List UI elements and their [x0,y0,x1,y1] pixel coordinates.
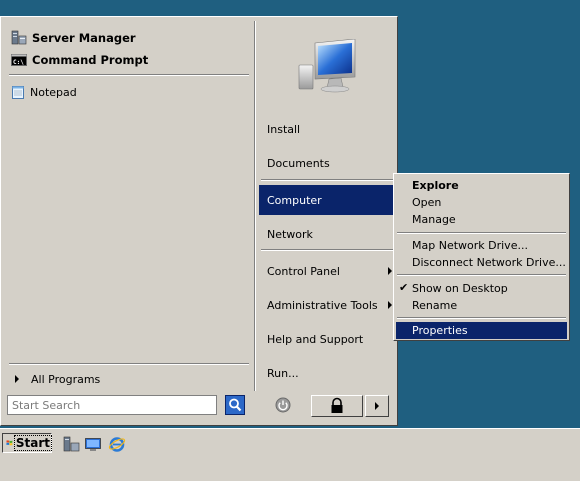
all-programs-button[interactable]: All Programs [11,371,100,387]
start-item-run[interactable]: Run... [259,358,396,388]
context-item-label: Open [412,196,442,209]
start-menu-right-pane: Install Documents Computer Network Contr… [259,21,396,391]
context-item-show-on-desktop[interactable]: ✔ Show on Desktop [396,280,567,297]
recent-item-label: Notepad [30,85,77,99]
context-item-disconnect-network-drive[interactable]: Disconnect Network Drive... [396,254,567,271]
lock-icon [331,397,343,413]
start-item-label: Run... [267,366,299,380]
context-item-label: Map Network Drive... [412,239,528,252]
context-item-properties[interactable]: Properties [396,322,567,339]
start-item-label: Documents [267,156,330,170]
start-item-label: Network [267,227,313,241]
checkmark-icon: ✔ [399,281,409,294]
start-button[interactable]: Start [2,433,53,453]
pinned-separator [9,74,249,76]
lock-button[interactable] [311,395,363,417]
search-icon [229,398,242,412]
pinned-item-label: Server Manager [32,31,136,45]
start-menu-left-pane: Server Manager C:\ Command Prompt Notepa… [5,21,253,391]
all-programs-separator [9,363,249,365]
start-item-install[interactable]: Install [259,114,396,144]
recent-item-notepad[interactable]: Notepad [11,84,77,100]
computer-context-menu: Explore Open Manage Map Network Drive...… [393,173,570,341]
start-item-help-and-support[interactable]: Help and Support [259,324,396,354]
start-item-control-panel[interactable]: Control Panel [259,256,396,286]
server-manager-icon [11,30,27,46]
context-item-label: Show on Desktop [412,282,508,295]
right-pane-separator [261,179,393,181]
context-item-label: Explore [412,179,459,192]
context-item-open[interactable]: Open [396,194,567,211]
submenu-arrow-icon [388,301,392,309]
shutdown-options-button[interactable] [365,395,389,417]
power-button[interactable] [275,397,291,413]
context-separator [397,274,566,276]
start-item-administrative-tools[interactable]: Administrative Tools [259,290,396,320]
right-pane-separator [261,249,393,251]
submenu-arrow-icon [388,267,392,275]
svg-text:C:\: C:\ [13,59,24,66]
context-item-map-network-drive[interactable]: Map Network Drive... [396,237,567,254]
start-item-label: Install [267,122,301,136]
notepad-icon [11,85,25,99]
show-desktop-icon[interactable] [84,435,102,453]
context-separator [397,317,566,319]
start-button-label: Start [13,435,53,451]
start-menu-bottom-bar [5,395,395,421]
pinned-item-command-prompt[interactable]: C:\ Command Prompt [11,51,148,69]
power-icon [275,397,291,413]
start-item-label: Administrative Tools [267,298,378,312]
taskbar: Start [0,428,580,481]
context-item-label: Rename [412,299,458,312]
start-menu: Server Manager C:\ Command Prompt Notepa… [0,16,398,426]
computer-picture-icon [298,39,356,93]
context-separator [397,232,566,234]
server-manager-icon[interactable] [62,435,80,453]
context-item-explore[interactable]: Explore [396,177,567,194]
start-item-label: Help and Support [267,332,364,346]
context-item-rename[interactable]: Rename [396,297,567,314]
context-item-manage[interactable]: Manage [396,211,567,228]
start-item-label: Computer [267,193,322,207]
start-search-input[interactable] [7,395,217,415]
start-item-computer[interactable]: Computer [259,185,396,215]
start-item-network[interactable]: Network [259,219,396,249]
internet-explorer-icon[interactable] [108,435,126,453]
start-item-documents[interactable]: Documents [259,148,396,178]
pane-divider [254,21,256,391]
windows-logo-icon [6,440,13,446]
start-item-label: Control Panel [267,264,340,278]
chevron-right-icon [375,402,379,410]
context-item-label: Disconnect Network Drive... [412,256,566,269]
chevron-right-icon [15,375,19,383]
command-prompt-icon: C:\ [11,52,27,68]
all-programs-label: All Programs [31,372,101,386]
pinned-item-label: Command Prompt [32,53,149,67]
context-item-label: Manage [412,213,456,226]
pinned-item-server-manager[interactable]: Server Manager [11,29,136,47]
search-button[interactable] [225,395,245,415]
context-item-label: Properties [412,324,468,337]
